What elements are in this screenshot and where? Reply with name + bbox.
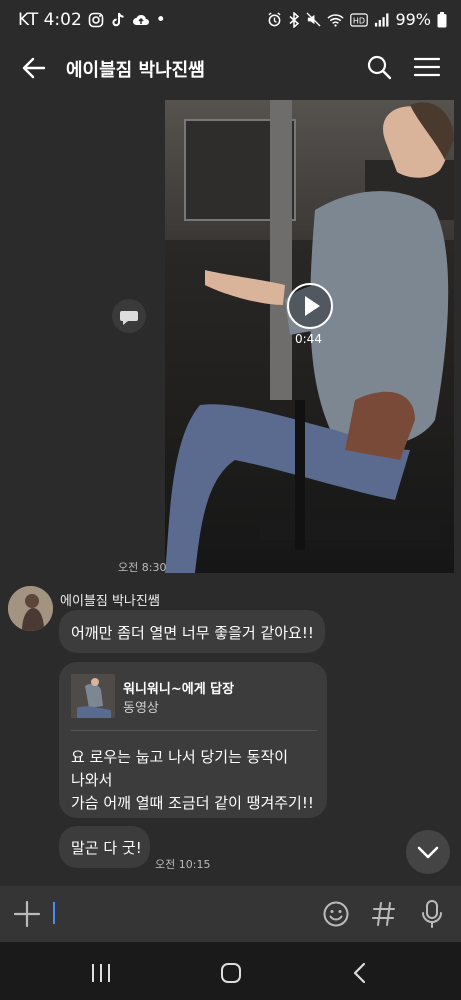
emoji-icon[interactable]	[322, 900, 350, 928]
nav-back-icon[interactable]	[352, 962, 368, 984]
reply-video-thumbnail[interactable]	[71, 674, 115, 718]
search-icon[interactable]	[364, 52, 394, 82]
chat-title: 에이블짐 박나진쌤	[66, 60, 205, 81]
back-arrow-icon[interactable]	[18, 52, 50, 84]
hd-voice-icon: HD	[350, 12, 369, 27]
svg-text:HD: HD	[353, 16, 365, 25]
reply-type-label: 동영상	[123, 701, 159, 716]
status-dot: •	[155, 10, 166, 30]
scroll-down-button[interactable]	[406, 830, 450, 874]
alarm-icon	[268, 12, 281, 27]
video-message[interactable]: 0:44	[165, 100, 454, 573]
message-timestamp: 오전 10:15	[155, 858, 211, 871]
avatar[interactable]	[8, 586, 53, 631]
message-input[interactable]	[50, 898, 310, 930]
video-timestamp: 오전 8:30	[118, 561, 167, 574]
status-left: KT 4:02 •	[18, 10, 166, 30]
microphone-icon[interactable]	[421, 900, 443, 928]
battery-percent: 99%	[395, 10, 431, 29]
wifi-icon	[327, 13, 345, 27]
chat-header: 에이블짐 박나진쌤	[0, 42, 461, 94]
battery-icon	[437, 11, 447, 27]
menu-icon[interactable]	[412, 52, 442, 82]
signal-icon	[375, 12, 389, 27]
tiktok-icon	[112, 12, 124, 27]
instagram-icon	[88, 12, 104, 28]
system-navigation-bar	[0, 942, 461, 1000]
play-button-icon[interactable]	[287, 283, 333, 329]
text-cursor	[53, 902, 55, 924]
chevron-down-icon	[417, 846, 439, 859]
reply-to-label: 워니워니~에게 답장	[123, 682, 235, 697]
reply-line-3: 가슴 어깨 열때 조금더 같이 땡겨주기!!	[71, 794, 314, 812]
reply-line-1: 요 로우는 눕고 나서 당기는 동작이	[71, 748, 289, 766]
sender-name: 에이블짐 박나진쌤	[60, 594, 160, 609]
hashtag-icon[interactable]	[372, 901, 396, 927]
reply-line-2: 나와서	[71, 771, 113, 789]
message-bubble[interactable]: 말곤 다 굿!	[59, 826, 150, 868]
carrier-time: KT 4:02	[18, 10, 82, 30]
bluetooth-icon	[289, 11, 300, 28]
reply-message-bubble[interactable]: 워니워니~에게 답장 동영상 요 로우는 눕고 나서 당기는 동작이 나와서 가…	[59, 662, 327, 818]
reply-divider	[71, 730, 317, 731]
video-duration: 0:44	[295, 332, 322, 346]
message-text: 어깨만 좀더 열면 너무 좋을거 같아요!!	[71, 624, 314, 642]
status-right: HD 99%	[267, 10, 447, 29]
message-input-bar	[0, 886, 461, 942]
message-text: 말곤 다 굿!	[71, 839, 142, 857]
message-bubble[interactable]: 어깨만 좀더 열면 너무 좋을거 같아요!!	[59, 610, 325, 653]
plus-icon[interactable]	[12, 899, 42, 929]
recent-apps-icon[interactable]	[90, 963, 112, 983]
share-bubble-icon[interactable]	[112, 299, 146, 333]
reply-message-text: 요 로우는 눕고 나서 당기는 동작이 나와서 가슴 어깨 열때 조금더 같이 …	[71, 746, 314, 815]
status-bar: KT 4:02 • HD 99%	[0, 0, 461, 42]
mute-icon	[306, 12, 321, 27]
home-icon[interactable]	[220, 962, 242, 984]
cloud-upload-icon	[132, 14, 149, 25]
